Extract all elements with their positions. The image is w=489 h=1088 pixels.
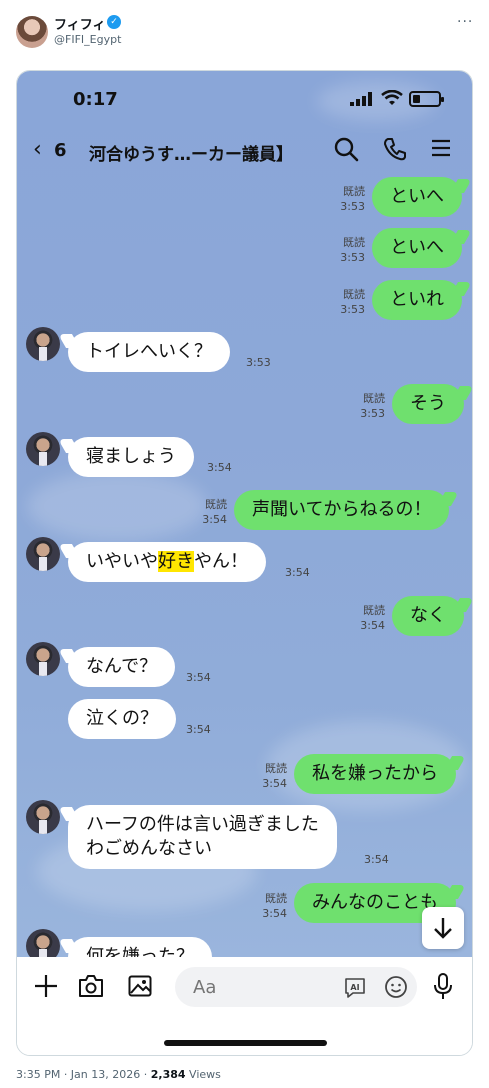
views-label: Views [189,1068,221,1081]
camera-icon[interactable] [78,974,104,998]
incoming-message[interactable]: 何を嫌った？ [68,937,212,957]
sender-avatar[interactable] [26,800,60,834]
wifi-icon [381,90,403,105]
sender-avatar[interactable] [26,432,60,466]
outgoing-message[interactable]: といへ [372,177,462,217]
message-text-line: ハーフの件は言い過ぎました [86,814,319,835]
author-handle[interactable]: @FIFI_Egypt [54,33,121,46]
tweet-header: フィフィ ✓ @FIFI_Egypt ··· [0,0,489,60]
incoming-message[interactable]: 泣くの？ [68,699,176,739]
message-time: 3:54 [186,723,211,736]
back-unread-count[interactable]: 6 [54,140,67,161]
menu-icon[interactable] [431,138,451,158]
message-time: 3:53 [246,356,271,369]
message-time: 3:54 [285,566,310,579]
sender-avatar[interactable] [26,642,60,676]
highlighted-text: 好き [158,551,194,572]
message-time: 3:54 [186,671,211,684]
message-read-status: 既読 3:53 [360,392,385,420]
incoming-message[interactable]: 寝ましょう [68,437,194,477]
plus-icon[interactable] [34,974,58,998]
outgoing-message[interactable]: といれ [372,280,462,320]
outgoing-message[interactable]: といへ [372,228,462,268]
image-icon[interactable] [128,974,152,998]
message-read-status: 既読 3:54 [262,762,287,790]
battery-level [413,95,420,103]
svg-text:AI: AI [350,983,359,992]
phone-call-icon[interactable] [382,136,408,162]
message-text: やん！ [194,551,248,572]
incoming-message[interactable]: トイレへいく？ [68,332,230,372]
message-text-line: わごめんなさい [86,838,212,859]
outgoing-message[interactable]: なく [392,596,464,636]
verified-icon: ✓ [107,15,121,29]
author-avatar[interactable] [16,16,48,48]
arrow-down-icon [434,918,452,939]
message-read-status: 既読 3:53 [340,236,365,264]
outgoing-message[interactable]: 私を嫌ったから [294,754,456,794]
message-time: 3:54 [364,853,389,866]
emoji-icon[interactable] [384,975,408,999]
tweet-media[interactable]: 0:17 ‹ 6 河合ゆうす…ーカー議員】 既読 3:53 といへ 既読 3:5… [16,70,473,1056]
message-read-status: 既読 3:54 [360,604,385,632]
tweet-timestamp[interactable]: 3:35 PM · Jan 13, 2026 · [16,1068,151,1081]
more-icon[interactable]: ··· [457,14,473,30]
sender-avatar[interactable] [26,929,60,957]
sender-avatar[interactable] [26,537,60,571]
back-icon[interactable]: ‹ [33,137,42,162]
incoming-message[interactable]: なんで？ [68,647,176,687]
chat-screen: 0:17 ‹ 6 河合ゆうす…ーカー議員】 既読 3:53 といへ 既読 3:5… [17,71,472,957]
chat-nav-bar: ‹ 6 河合ゆうす…ーカー議員】 [17,131,472,171]
author-display-name[interactable]: フィフィ [54,14,105,33]
background-cloud [27,471,207,541]
message-time: 3:54 [207,461,232,474]
home-indicator [164,1040,327,1046]
message-read-status: 既読 3:53 [340,288,365,316]
message-input-bar: AI [17,957,472,1055]
message-read-status: 既読 3:53 [340,185,365,213]
incoming-message[interactable]: いやいや好きやん！ [68,542,266,582]
signal-icon [350,92,372,106]
battery-icon [409,91,444,107]
tweet-footer: 3:35 PM · Jan 13, 2026 · 2,384 Views [16,1068,221,1081]
outgoing-message[interactable]: そう [392,384,464,424]
mic-icon[interactable] [433,973,453,1001]
status-bar-time: 0:17 [73,89,118,110]
message-read-status: 既読 3:54 [202,498,227,526]
message-read-status: 既読 3:54 [262,892,287,920]
ai-icon[interactable]: AI [343,976,367,998]
message-input[interactable] [175,967,417,1007]
scroll-down-button[interactable] [422,907,464,949]
views-count: 2,384 [150,1068,186,1081]
search-icon[interactable] [333,136,359,162]
chat-title[interactable]: 河合ゆうす…ーカー議員】 [89,140,293,165]
incoming-message[interactable]: ハーフの件は言い過ぎました わごめんなさい [68,805,337,869]
sender-avatar[interactable] [26,327,60,361]
outgoing-message[interactable]: 声聞いてからねるの！ [234,490,450,530]
message-text: いやいや [86,551,158,572]
